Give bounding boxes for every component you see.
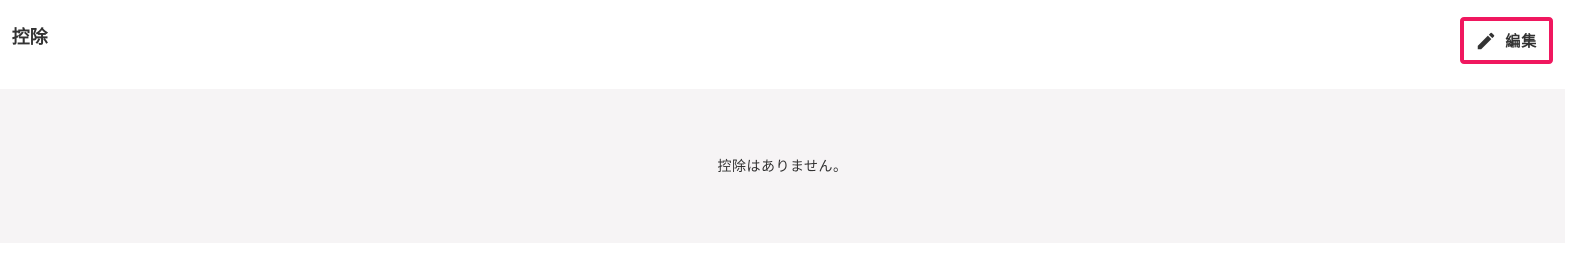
empty-state-message: 控除はありません。 (717, 159, 848, 175)
edit-button-label: 編集 (1505, 32, 1538, 50)
pencil-icon (1475, 30, 1497, 52)
section-header: 控除 編集 (0, 0, 1580, 88)
empty-state-panel: 控除はありません。 (0, 89, 1565, 243)
edit-button[interactable]: 編集 (1460, 17, 1553, 64)
section-title: 控除 (12, 27, 48, 48)
